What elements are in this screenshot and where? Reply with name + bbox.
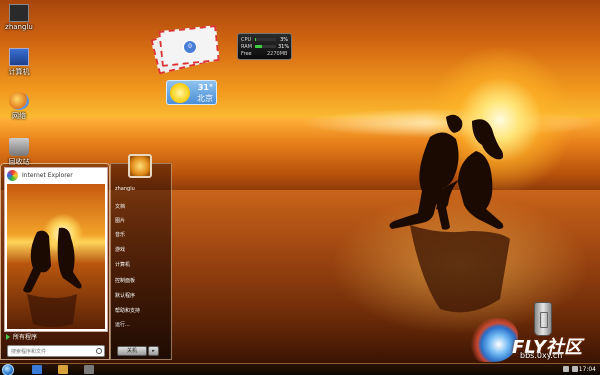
start-right-item-games[interactable]: 游戏	[115, 246, 125, 253]
free-row: Free 2270MB	[241, 50, 288, 57]
taskbar-clock[interactable]: 17:04	[579, 366, 596, 373]
pinned-item-ie[interactable]: Internet Explorer	[5, 168, 107, 182]
start-right-item-control-panel[interactable]: 控制面板	[115, 277, 135, 284]
system-tray	[563, 366, 578, 372]
weather-gadget[interactable]: 31° 北京	[166, 80, 217, 105]
fly-logo-icon	[470, 318, 518, 362]
weather-city: 北京	[197, 94, 213, 103]
cpu-bar-fill	[255, 38, 256, 41]
network-tray-icon[interactable]	[563, 366, 569, 372]
start-right-item-run[interactable]: 运行...	[115, 321, 130, 328]
taskbar: 17:04	[0, 363, 600, 375]
ram-bar-fill	[255, 45, 262, 48]
start-right-item-documents[interactable]: 文档	[115, 203, 125, 210]
search-icon	[96, 348, 102, 354]
cpu-bar	[255, 38, 276, 41]
start-menu-left-pane: Internet Explorer 所有程序 搜索程序和文件	[0, 163, 110, 360]
desktop-icon-network[interactable]: 网络	[2, 92, 36, 121]
ram-bar	[255, 45, 276, 48]
cpu-value: 3%	[280, 36, 288, 43]
desktop-icon-user[interactable]: zhanglu	[2, 4, 36, 31]
all-programs-button[interactable]: 所有程序	[4, 332, 108, 341]
user-picture[interactable]	[128, 154, 152, 178]
computer-icon	[9, 48, 29, 66]
arrow-right-icon	[6, 333, 10, 340]
start-right-item-computer[interactable]: 计算机	[115, 261, 130, 268]
all-programs-label: 所有程序	[13, 334, 38, 341]
internet-explorer-icon	[7, 169, 18, 181]
pinned-programs: Internet Explorer	[4, 167, 108, 332]
weather-temperature: 31°	[197, 83, 213, 92]
start-right-item-help[interactable]: 帮助和支持	[115, 307, 140, 314]
ram-value: 31%	[278, 43, 290, 50]
desktop-icon-label: zhanglu	[5, 23, 33, 31]
taskbar-ie-icon[interactable]	[32, 365, 42, 374]
start-search-input[interactable]: 搜索程序和文件	[7, 345, 105, 357]
free-value: 2270MB	[267, 50, 288, 57]
start-menu: Internet Explorer 所有程序 搜索程序和文件 zhanglu 文…	[0, 163, 172, 360]
recycle-bin-icon	[9, 138, 29, 156]
start-button[interactable]	[2, 364, 14, 375]
mail-gadget[interactable]: 0	[150, 22, 220, 75]
ram-label: RAM	[241, 43, 253, 50]
volume-tray-icon[interactable]	[572, 366, 578, 372]
desktop-icon-label: 计算机	[8, 68, 30, 76]
start-right-item-music[interactable]: 音乐	[115, 231, 125, 238]
couple-silhouette	[389, 114, 510, 313]
user-folder-icon	[9, 4, 29, 22]
taskbar-explorer-icon[interactable]	[58, 365, 68, 374]
free-label: Free	[241, 50, 252, 57]
desktop-icon-label: 网络	[12, 112, 26, 120]
recycle-bin-gadget-icon[interactable]	[534, 302, 552, 336]
pinned-item-label: Internet Explorer	[22, 171, 73, 179]
network-icon	[9, 92, 29, 110]
start-right-item-user[interactable]: zhanglu	[115, 186, 135, 192]
start-menu-thumbnail	[7, 184, 105, 329]
mail-count-badge: 0	[183, 40, 197, 54]
start-menu-right-pane: zhanglu 文档 图片 音乐 游戏 计算机 控制面板 默认程序 帮助和支持 …	[110, 163, 172, 360]
cpu-meter-gadget[interactable]: CPU 3% RAM 31% Free 2270MB	[237, 33, 292, 60]
thumbnail-couple	[23, 227, 82, 327]
search-placeholder: 搜索程序和文件	[11, 349, 47, 355]
ram-row: RAM 31%	[241, 43, 290, 50]
cpu-label: CPU	[241, 36, 252, 43]
taskbar-media-icon[interactable]	[84, 365, 94, 374]
shutdown-options-button[interactable]: ▸	[148, 346, 159, 356]
start-right-item-default-programs[interactable]: 默认程序	[115, 292, 135, 299]
shutdown-button[interactable]: 关机	[117, 346, 147, 356]
start-right-item-pictures[interactable]: 图片	[115, 217, 125, 224]
cpu-row: CPU 3%	[241, 36, 288, 43]
watermark-url: bbs.0xy.cn	[520, 351, 563, 360]
desktop-icon-computer[interactable]: 计算机	[2, 48, 36, 77]
sunny-icon	[170, 83, 190, 103]
